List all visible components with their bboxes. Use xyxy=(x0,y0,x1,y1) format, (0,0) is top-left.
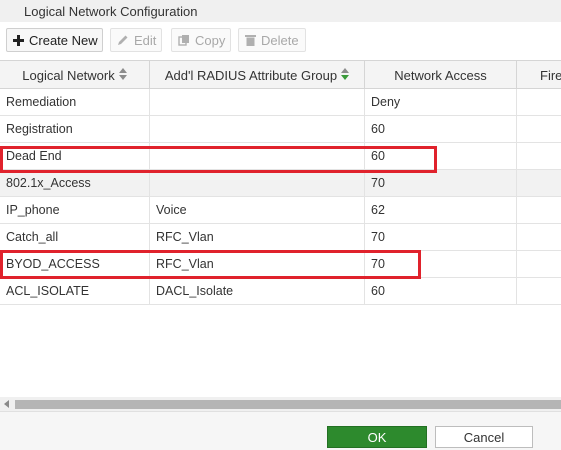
sort-icon xyxy=(118,62,127,89)
toolbar: Create New Edit Copy Delete xyxy=(0,22,561,60)
copy-icon xyxy=(178,34,190,46)
cell-network-access: Deny xyxy=(365,89,517,115)
delete-button[interactable]: Delete xyxy=(238,28,306,52)
cell-firewall xyxy=(517,170,561,196)
cell-network-access: 60 xyxy=(365,278,517,304)
trash-icon xyxy=(245,34,256,46)
cell-network-access: 70 xyxy=(365,224,517,250)
cell-logical-network: IP_phone xyxy=(0,197,150,223)
column-header-radius-attribute-group[interactable]: Add'l RADIUS Attribute Group xyxy=(150,61,365,89)
dialog-titlebar: Logical Network Configuration xyxy=(0,0,561,23)
column-header-firewall[interactable]: Fire xyxy=(517,61,561,89)
cell-network-access: 60 xyxy=(365,143,517,169)
cell-firewall xyxy=(517,251,561,277)
cell-network-access: 62 xyxy=(365,197,517,223)
cell-radius-group: Voice xyxy=(150,197,365,223)
ok-button[interactable]: OK xyxy=(327,426,427,448)
delete-label: Delete xyxy=(261,32,299,48)
cell-radius-group: RFC_Vlan xyxy=(150,251,365,277)
cell-radius-group xyxy=(150,116,365,142)
cancel-button[interactable]: Cancel xyxy=(435,426,533,448)
cell-firewall xyxy=(517,197,561,223)
scrollbar-thumb[interactable] xyxy=(15,400,561,409)
logical-network-table: Logical Network Add'l RADIUS Attribute G… xyxy=(0,60,561,397)
cell-logical-network: Dead End xyxy=(0,143,150,169)
cell-firewall xyxy=(517,143,561,169)
copy-label: Copy xyxy=(195,32,226,48)
cell-logical-network: Catch_all xyxy=(0,224,150,250)
cell-firewall xyxy=(517,89,561,115)
scroll-left-arrow-icon[interactable] xyxy=(4,400,9,408)
table-row[interactable]: 802.1x_Access 70 xyxy=(0,170,561,197)
plus-icon xyxy=(13,34,24,46)
create-new-button[interactable]: Create New xyxy=(6,28,103,52)
table-row[interactable]: Dead End 60 xyxy=(0,143,561,170)
cell-radius-group: RFC_Vlan xyxy=(150,224,365,250)
edit-button[interactable]: Edit xyxy=(110,28,162,52)
table-row[interactable]: IP_phone Voice 62 xyxy=(0,197,561,224)
cell-radius-group xyxy=(150,143,365,169)
cell-network-access: 60 xyxy=(365,116,517,142)
column-header-network-access[interactable]: Network Access xyxy=(365,61,517,89)
cell-logical-network: BYOD_ACCESS xyxy=(0,251,150,277)
cell-logical-network: Remediation xyxy=(0,89,150,115)
cell-firewall xyxy=(517,116,561,142)
cell-logical-network: ACL_ISOLATE xyxy=(0,278,150,304)
cell-radius-group xyxy=(150,170,365,196)
table-row[interactable]: ACL_ISOLATE DACL_Isolate 60 xyxy=(0,278,561,305)
copy-button[interactable]: Copy xyxy=(171,28,231,52)
cell-network-access: 70 xyxy=(365,170,517,196)
table-header: Logical Network Add'l RADIUS Attribute G… xyxy=(0,60,561,89)
dialog-title: Logical Network Configuration xyxy=(24,4,198,19)
cell-logical-network: 802.1x_Access xyxy=(0,170,150,196)
cell-network-access: 70 xyxy=(365,251,517,277)
dialog-footer: OK Cancel xyxy=(0,411,561,450)
create-new-label: Create New xyxy=(29,32,98,48)
pencil-icon xyxy=(117,34,129,46)
cell-logical-network: Registration xyxy=(0,116,150,142)
cell-firewall xyxy=(517,224,561,250)
table-row[interactable]: Catch_all RFC_Vlan 70 xyxy=(0,224,561,251)
table-row[interactable]: Registration 60 xyxy=(0,116,561,143)
table-row[interactable]: Remediation Deny xyxy=(0,89,561,116)
sort-icon xyxy=(341,62,350,89)
table-row[interactable]: BYOD_ACCESS RFC_Vlan 70 xyxy=(0,251,561,278)
horizontal-scrollbar[interactable] xyxy=(0,397,561,411)
cell-radius-group: DACL_Isolate xyxy=(150,278,365,304)
cell-firewall xyxy=(517,278,561,304)
edit-label: Edit xyxy=(134,32,157,48)
cell-radius-group xyxy=(150,89,365,115)
column-header-logical-network[interactable]: Logical Network xyxy=(0,61,150,89)
